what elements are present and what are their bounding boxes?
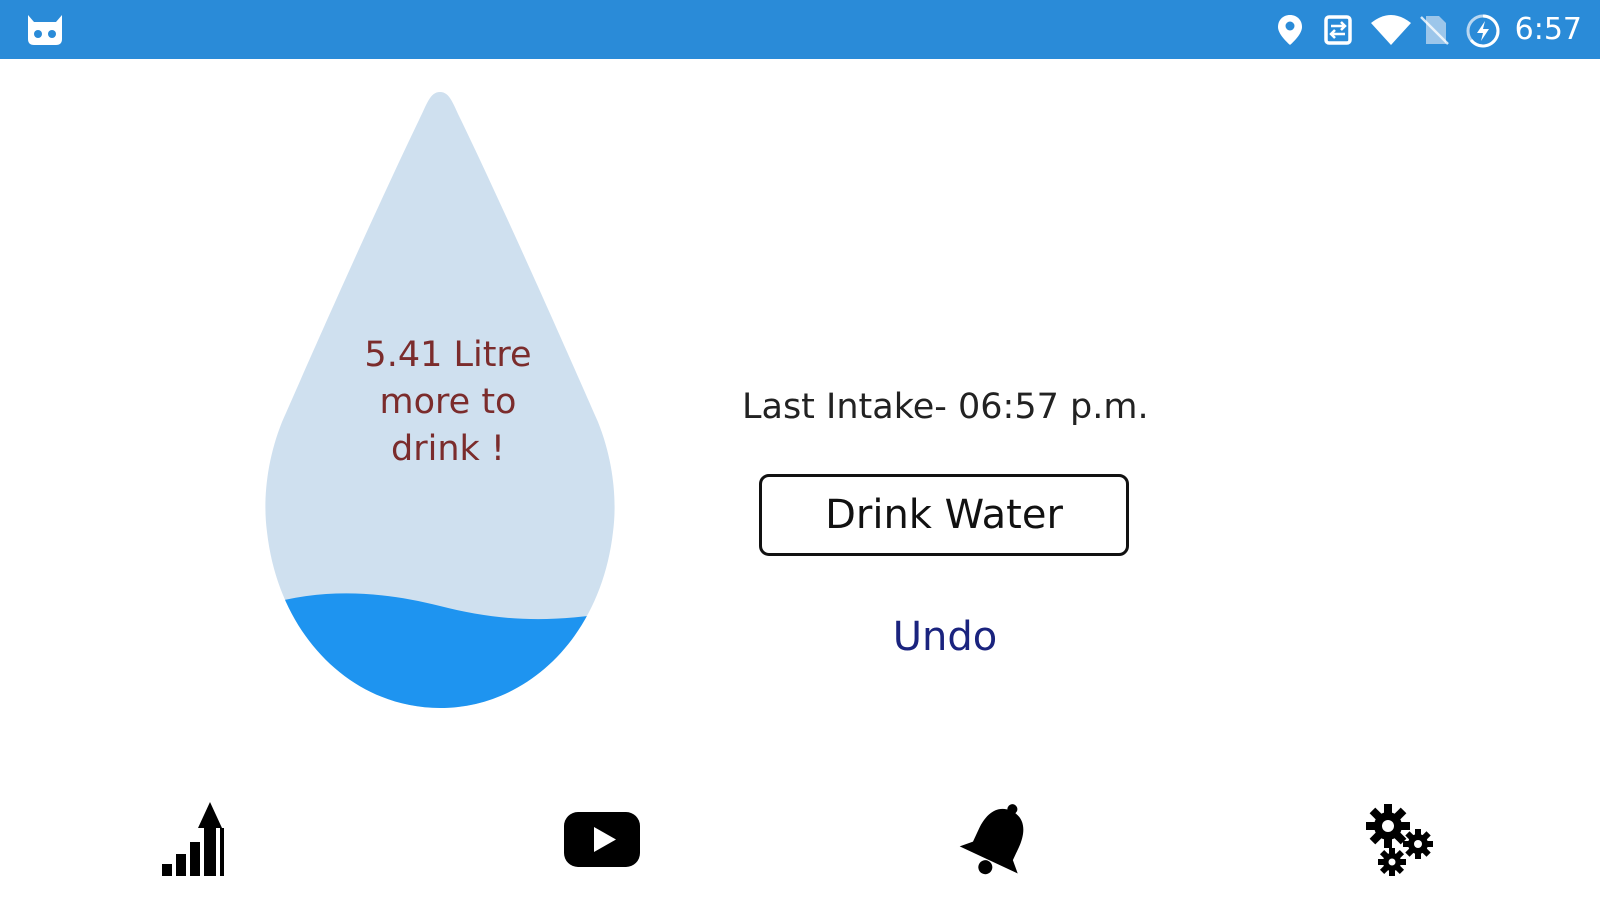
- status-icons: 6:57: [1273, 0, 1582, 59]
- cyanogen-bot-icon: [25, 13, 65, 47]
- reminder-bell-icon[interactable]: [958, 800, 1038, 880]
- remaining-amount-line3: drink !: [391, 429, 505, 469]
- drink-water-button[interactable]: Drink Water: [759, 474, 1129, 556]
- app-screen: 6:57 5.41 Litre more to drink ! Last Int…: [0, 0, 1600, 900]
- status-time: 6:57: [1514, 12, 1582, 47]
- battery-charging-icon: [1465, 13, 1500, 47]
- status-bar: 6:57: [0, 0, 1600, 59]
- wifi-icon: [1369, 13, 1411, 47]
- no-sim-icon: [1417, 13, 1451, 47]
- remaining-amount-line1: 5.41 Litre: [364, 335, 532, 375]
- undo-button[interactable]: Undo: [840, 614, 1050, 660]
- location-pin-icon: [1273, 13, 1307, 47]
- video-play-icon[interactable]: [562, 800, 642, 880]
- sim-swap-icon: [1321, 13, 1355, 47]
- stats-chart-icon[interactable]: [162, 800, 242, 880]
- settings-gears-icon[interactable]: [1362, 800, 1442, 880]
- last-intake-label: Last Intake- 06:57 p.m.: [742, 387, 1149, 427]
- remaining-amount-line2: more to: [379, 382, 517, 422]
- remaining-amount-text: 5.41 Litre more to drink !: [338, 332, 558, 473]
